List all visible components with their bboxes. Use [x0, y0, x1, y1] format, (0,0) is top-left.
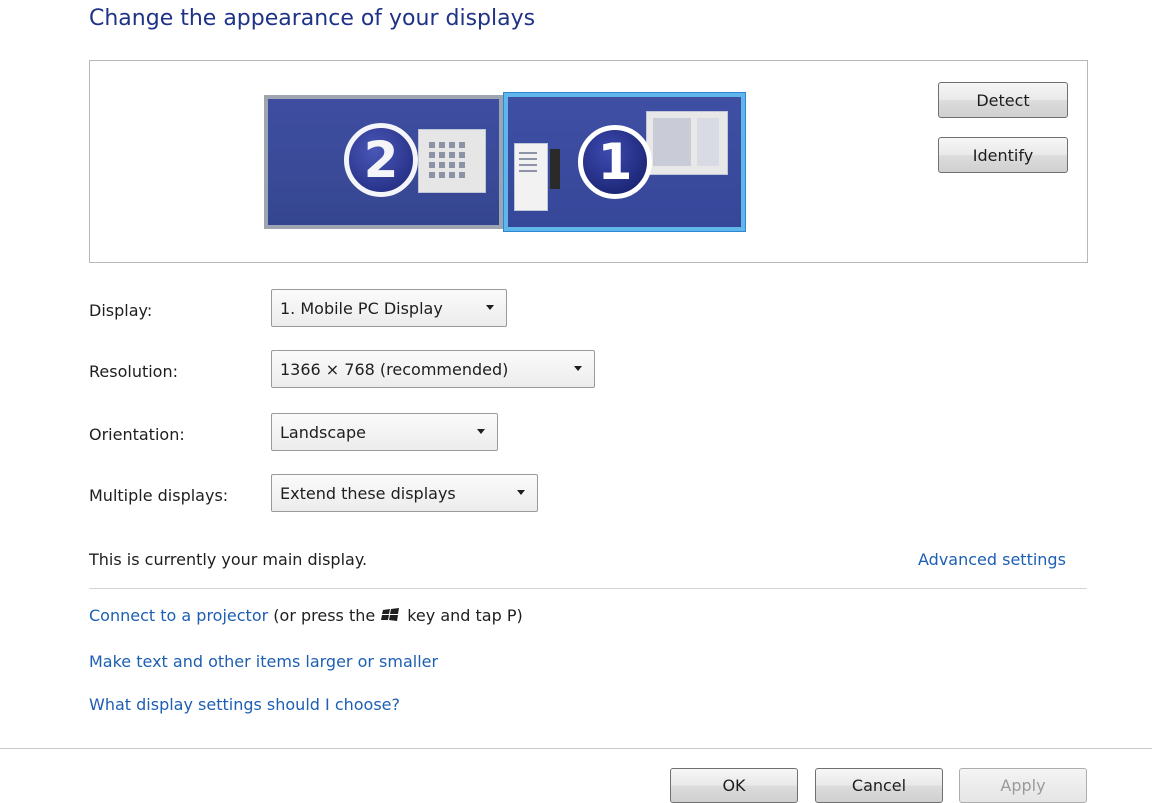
connect-projector-link[interactable]: Connect to a projector — [89, 606, 268, 625]
multiple-displays-select-value: Extend these displays — [280, 483, 456, 503]
window-thumbnail — [646, 111, 728, 175]
orientation-label: Orientation: — [89, 425, 185, 444]
text-size-link[interactable]: Make text and other items larger or smal… — [89, 652, 438, 671]
chevron-down-icon — [517, 490, 525, 495]
divider — [89, 588, 1087, 589]
cancel-button[interactable]: Cancel — [815, 768, 943, 803]
display-select-value: 1. Mobile PC Display — [280, 298, 443, 318]
monitor-2[interactable]: 2 — [264, 95, 503, 229]
window-thumbnail — [514, 143, 548, 211]
footer-divider — [0, 748, 1152, 749]
monitor-2-number: 2 — [344, 123, 418, 197]
display-label: Display: — [89, 301, 153, 320]
detect-button[interactable]: Detect — [938, 82, 1068, 118]
chevron-down-icon — [477, 429, 485, 434]
display-arrangement-preview: 2 1 Detect Identify — [89, 60, 1088, 263]
display-help-link[interactable]: What display settings should I choose? — [89, 695, 400, 714]
page-title: Change the appearance of your displays — [89, 6, 536, 31]
apply-button[interactable]: Apply — [959, 768, 1087, 803]
chevron-down-icon — [486, 305, 494, 310]
projector-hint-before: (or press the — [273, 606, 376, 625]
resolution-select[interactable]: 1366 × 768 (recommended) — [271, 350, 595, 388]
chevron-down-icon — [574, 366, 582, 371]
multiple-displays-select[interactable]: Extend these displays — [271, 474, 538, 512]
main-display-status: This is currently your main display. — [89, 550, 368, 569]
monitor-1[interactable]: 1 — [504, 93, 745, 231]
resolution-label: Resolution: — [89, 362, 178, 381]
ok-button[interactable]: OK — [670, 768, 798, 803]
identify-button[interactable]: Identify — [938, 137, 1068, 173]
display-select[interactable]: 1. Mobile PC Display — [271, 289, 507, 327]
orientation-select[interactable]: Landscape — [271, 413, 498, 451]
projector-hint-after: key and tap P) — [407, 606, 523, 625]
projector-row: Connect to a projector (or press the key … — [89, 606, 523, 625]
orientation-select-value: Landscape — [280, 422, 366, 442]
multiple-displays-label: Multiple displays: — [89, 486, 229, 505]
monitor-1-number: 1 — [578, 125, 652, 199]
window-thumbnail — [418, 129, 486, 193]
windows-logo-icon — [381, 608, 400, 621]
advanced-settings-link[interactable]: Advanced settings — [918, 550, 1066, 569]
resolution-select-value: 1366 × 768 (recommended) — [280, 359, 509, 379]
